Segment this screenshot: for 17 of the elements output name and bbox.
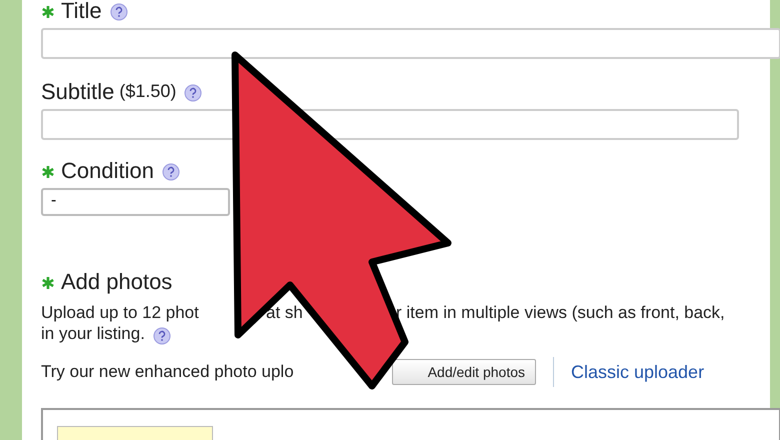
help-icon[interactable] <box>152 327 171 345</box>
price-note: ($1.50) <box>119 80 176 103</box>
classic-uploader-link[interactable]: Classic uploader <box>571 358 704 386</box>
description-text: at sh <box>266 302 304 322</box>
text-field[interactable] <box>41 28 780 59</box>
field-label: Title <box>61 0 102 24</box>
section-heading: Add photos <box>61 268 172 296</box>
help-icon[interactable] <box>162 163 180 181</box>
field-label: Condition <box>61 156 154 184</box>
condition-select[interactable]: - <box>41 188 230 216</box>
help-icon[interactable] <box>110 3 128 21</box>
uploader-text: Try our new enhanced photo uplo <box>41 361 295 384</box>
field-label: Subtitle <box>41 78 114 106</box>
add-photos-button[interactable]: Add/edit photos <box>392 359 536 385</box>
help-icon[interactable] <box>184 84 202 102</box>
description-text: in your listing. <box>41 323 145 346</box>
description-text: Upload up to 12 phot <box>41 302 200 322</box>
